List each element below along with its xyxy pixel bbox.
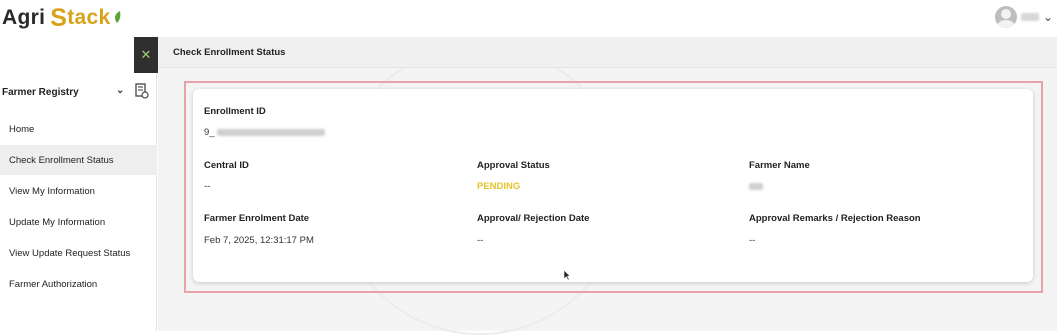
logo-text-tack: tack	[67, 6, 111, 29]
rejection-date-label: Approval/ Rejection Date	[477, 213, 590, 224]
logo-text-s: S	[50, 3, 68, 32]
sidebar-item-update-my-information[interactable]: Update My Information	[0, 207, 157, 237]
remarks-label: Approval Remarks / Rejection Reason	[749, 213, 921, 224]
user-menu[interactable]: ⌄	[994, 4, 1053, 30]
sidebar-item-label: Farmer Authorization	[9, 278, 98, 290]
enrollment-id-label: Enrollment ID	[204, 106, 266, 117]
approval-status-value: PENDING	[477, 181, 521, 192]
chevron-down-icon[interactable]: ⌄	[1043, 10, 1053, 24]
farmer-name-redacted	[749, 182, 763, 190]
mouse-cursor-icon	[563, 268, 571, 281]
close-sidebar-button[interactable]: ✕	[134, 37, 158, 73]
sidebar-item-label: Check Enrollment Status	[9, 154, 114, 166]
avatar[interactable]	[994, 6, 1017, 28]
farmer-name-value	[749, 181, 763, 192]
logo-text-agri: Agri	[2, 6, 46, 29]
top-bar: Agri S tack ⌄	[0, 0, 1057, 37]
enrollment-status-card: Enrollment ID 9_ Central ID -- Approval …	[193, 89, 1033, 282]
page-title-text: Check Enrollment Status	[173, 46, 286, 58]
close-icon: ✕	[140, 47, 152, 62]
agristack-logo[interactable]: Agri S tack	[2, 4, 122, 32]
leaf-icon	[112, 6, 122, 30]
sidebar-section-farmer-registry[interactable]: Farmer Registry ⌄	[2, 82, 152, 102]
central-id-label: Central ID	[204, 160, 249, 171]
page-title: Check Enrollment Status	[158, 37, 1057, 68]
sidebar-item-view-update-request-status[interactable]: View Update Request Status	[0, 238, 157, 268]
sidebar-item-label: Update My Information	[9, 216, 106, 228]
sidebar-item-label: View My Information	[9, 185, 95, 197]
username-redacted	[1020, 13, 1039, 21]
enrollment-id-prefix: 9_	[204, 127, 215, 138]
sidebar-item-view-my-information[interactable]: View My Information	[0, 176, 157, 206]
sidebar-item-label: Home	[9, 123, 35, 135]
sidebar-section-title: Farmer Registry	[2, 86, 79, 98]
remarks-value: --	[749, 235, 756, 246]
chevron-down-icon[interactable]: ⌄	[116, 85, 124, 96]
document-settings-icon[interactable]	[135, 83, 149, 102]
enrollment-id-value: 9_	[204, 127, 326, 138]
sidebar-item-check-enrollment-status[interactable]: Check Enrollment Status	[0, 145, 157, 175]
enrolment-date-label: Farmer Enrolment Date	[204, 213, 310, 224]
approval-status-label: Approval Status	[477, 160, 550, 171]
farmer-name-label: Farmer Name	[749, 160, 810, 171]
sidebar-item-farmer-authorization[interactable]: Farmer Authorization	[0, 269, 157, 299]
enrolment-date-value: Feb 7, 2025, 12:31:17 PM	[204, 235, 314, 246]
sidebar-item-home[interactable]: Home	[0, 114, 157, 144]
enrollment-id-redacted	[217, 128, 326, 136]
sidebar-item-label: View Update Request Status	[9, 247, 131, 259]
central-id-value: --	[204, 181, 211, 192]
rejection-date-value: --	[477, 235, 484, 246]
